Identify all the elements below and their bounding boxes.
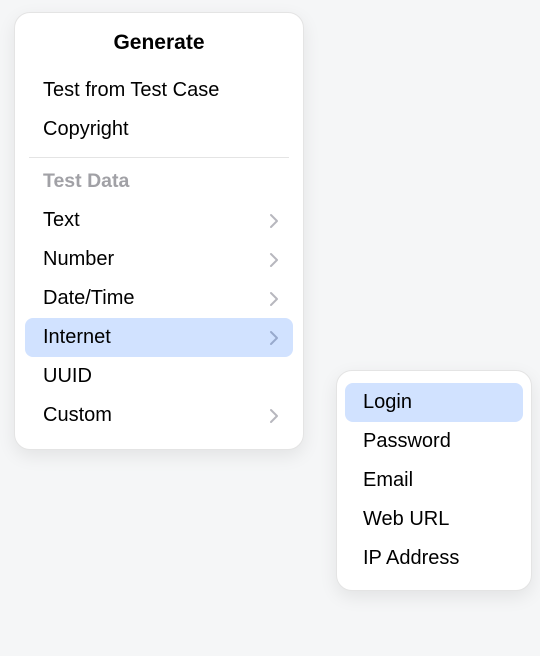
menu-item-label: Test from Test Case [43,79,219,102]
menu-item-number[interactable]: Number [25,240,293,279]
menu-section-header: Test Data [25,166,293,201]
menu-item-label: Custom [43,404,112,427]
menu-item-date-time[interactable]: Date/Time [25,279,293,318]
menu-item-label: Login [363,391,412,414]
menu-item-label: Email [363,469,413,492]
menu-item-text[interactable]: Text [25,201,293,240]
submenu-item-web-url[interactable]: Web URL [345,500,523,539]
menu-item-label: Copyright [43,118,129,141]
menu-item-label: IP Address [363,547,459,570]
submenu-item-email[interactable]: Email [345,461,523,500]
menu-item-label: Internet [43,326,111,349]
menu-item-label: Password [363,430,451,453]
menu-item-label: UUID [43,365,92,388]
menu-item-label: Text [43,209,80,232]
menu-item-internet[interactable]: Internet [25,318,293,357]
submenu-item-login[interactable]: Login [345,383,523,422]
internet-submenu: Login Password Email Web URL IP Address [336,370,532,591]
menu-item-label: Web URL [363,508,449,531]
submenu-item-password[interactable]: Password [345,422,523,461]
chevron-right-icon [269,252,279,268]
menu-item-label: Number [43,248,114,271]
submenu-item-ip-address[interactable]: IP Address [345,539,523,578]
chevron-right-icon [269,330,279,346]
chevron-right-icon [269,213,279,229]
menu-title: Generate [25,27,293,71]
chevron-right-icon [269,408,279,424]
menu-item-test-from-test-case[interactable]: Test from Test Case [25,71,293,110]
menu-item-label: Date/Time [43,287,135,310]
generate-menu: Generate Test from Test Case Copyright T… [14,12,304,450]
menu-item-uuid[interactable]: UUID [25,357,293,396]
menu-divider [29,157,289,158]
chevron-right-icon [269,291,279,307]
menu-item-custom[interactable]: Custom [25,396,293,435]
menu-item-copyright[interactable]: Copyright [25,110,293,149]
